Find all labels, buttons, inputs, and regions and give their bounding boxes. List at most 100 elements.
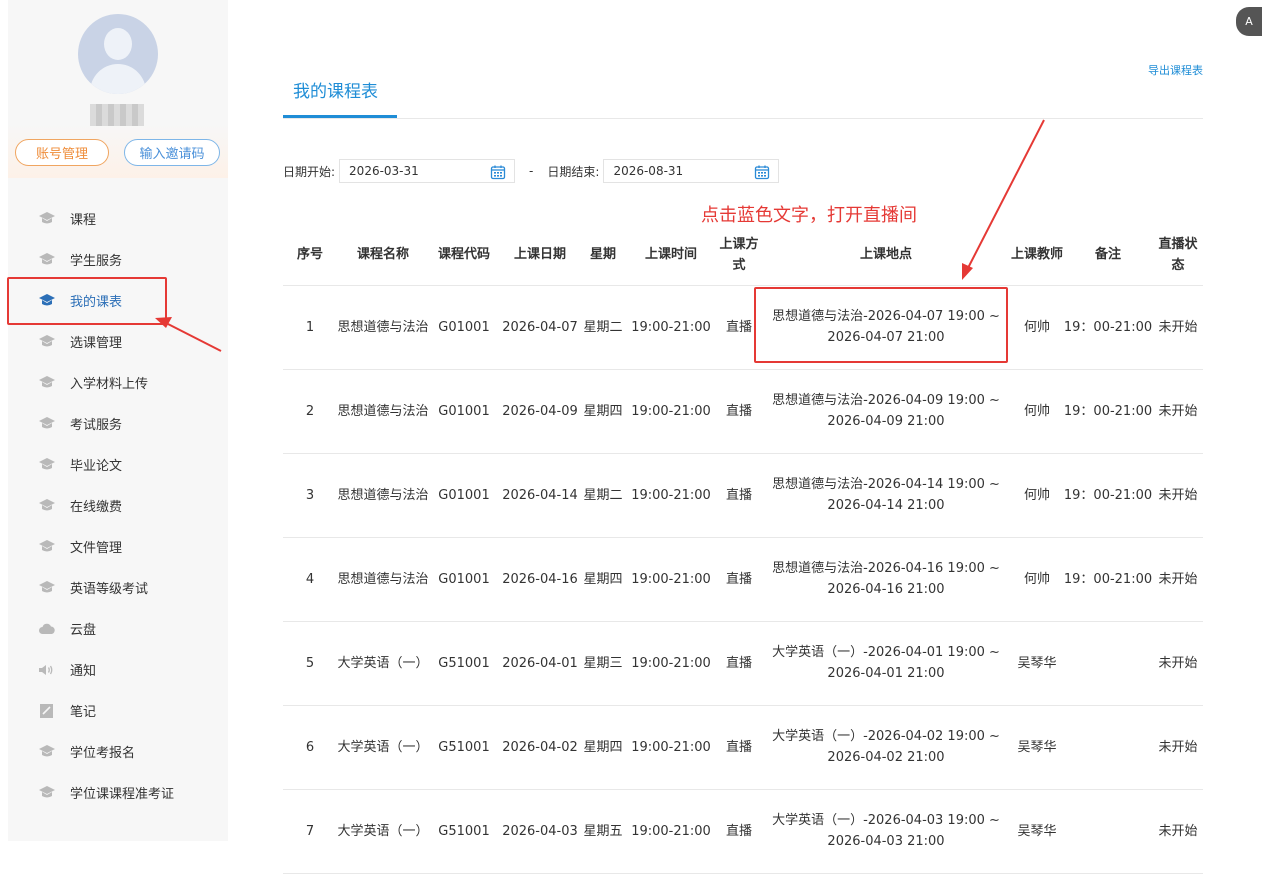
cell-teacher: 何帅 [1011, 369, 1063, 454]
column-header: 序号 [283, 225, 337, 286]
cell-weekday: 星期二 [581, 453, 625, 538]
cell-status: 未开始 [1153, 453, 1203, 538]
cell-note: 19：00-21:00 [1063, 369, 1153, 454]
cell-location[interactable]: 思想道德与法治-2026-04-16 19:00 ~ 2026-04-16 21… [761, 537, 1011, 622]
cell-name: 大学英语（一） [337, 705, 429, 790]
sidebar: 账号管理 输入邀请码 课程 学生服务 我的课表 选课管理 入学材料上传 考试服务 毕业论文在… [8, 0, 228, 841]
graduation-cap-icon [38, 580, 56, 596]
end-date-value: 2026-08-31 [613, 164, 684, 178]
cell-status: 未开始 [1153, 369, 1203, 454]
sidebar-item-1[interactable]: 课程 [8, 198, 228, 239]
start-date-value: 2026-03-31 [349, 164, 419, 178]
column-header: 上课时间 [625, 225, 717, 286]
sidebar-item-6[interactable]: 考试服务 [8, 403, 228, 444]
annotation-text: 点击蓝色文字，打开直播间 [701, 205, 917, 226]
avatar[interactable] [78, 14, 158, 94]
cell-location[interactable]: 大学英语（一）-2026-04-01 19:00 ~ 2026-04-01 21… [761, 621, 1011, 706]
sidebar-item-13[interactable]: 笔记 [8, 690, 228, 731]
cell-mode: 直播 [717, 705, 761, 790]
cell-weekday: 星期二 [581, 285, 625, 370]
translate-icon[interactable]: A [1236, 7, 1262, 36]
calendar-icon[interactable] [754, 164, 770, 180]
sidebar-item-label: 云盘 [70, 623, 97, 638]
cell-code: G51001 [429, 705, 499, 790]
cell-status: 未开始 [1153, 705, 1203, 790]
cell-location[interactable]: 思想道德与法治-2026-04-09 19:00 ~ 2026-04-09 21… [761, 369, 1011, 454]
cell-mode: 直播 [717, 369, 761, 454]
annotation-box-location [754, 287, 1008, 363]
cell-weekday: 星期五 [581, 789, 625, 874]
column-header: 课程代码 [429, 225, 499, 286]
graduation-cap-icon [38, 252, 56, 268]
tab-divider [283, 118, 1203, 119]
sidebar-item-label: 笔记 [70, 705, 97, 720]
cell-date: 2026-04-09 [499, 369, 581, 454]
cell-time: 19:00-21:00 [625, 621, 717, 706]
cell-time: 19:00-21:00 [625, 453, 717, 538]
end-date-input[interactable]: 2026-08-31 [603, 159, 780, 183]
table-row: 3 思想道德与法治 G01001 2026-04-14 星期二 19:00-21:00 直播… [283, 453, 1203, 538]
cell-note [1063, 621, 1153, 706]
sidebar-item-8[interactable]: 在线缴费 [8, 485, 228, 526]
cell-code: G01001 [429, 453, 499, 538]
cell-location[interactable]: 大学英语（一）-2026-04-03 19:00 ~ 2026-04-03 21… [761, 789, 1011, 874]
cell-name: 思想道德与法治 [337, 369, 429, 454]
sidebar-item-4[interactable]: 选课管理 [8, 321, 228, 362]
cell-no: 2 [283, 369, 337, 454]
table-row: 1 思想道德与法治 G01001 2026-04-07 星期二 19:00-21:00 直播… [283, 285, 1203, 370]
cell-teacher: 吴琴华 [1011, 621, 1063, 706]
cell-teacher: 何帅 [1011, 537, 1063, 622]
tab-my-schedule[interactable]: 我的课程表 [293, 77, 378, 102]
date-separator: - [529, 164, 534, 178]
column-header: 上课方式 [717, 225, 761, 286]
cell-location[interactable]: 思想道德与法治-2026-04-14 19:00 ~ 2026-04-14 21… [761, 453, 1011, 538]
cell-date: 2026-04-02 [499, 705, 581, 790]
table-header-row: 序号 课程名称 课程代码 上课日期 星期 上课时间 上课方式 上课地点 上课教师 备注 直播状态 [283, 225, 1203, 286]
cell-no: 3 [283, 453, 337, 538]
column-header: 上课日期 [499, 225, 581, 286]
cell-weekday: 星期四 [581, 537, 625, 622]
sidebar-item-10[interactable]: 英语等级考试 [8, 567, 228, 608]
column-header: 直播状态 [1153, 225, 1203, 286]
enter-invite-code-button[interactable]: 输入邀请码 [124, 139, 220, 166]
sidebar-item-label: 入学材料上传 [70, 377, 149, 392]
sidebar-item-9[interactable]: 文件管理 [8, 526, 228, 567]
cell-weekday: 星期三 [581, 621, 625, 706]
sidebar-item-11[interactable]: 云盘 [8, 608, 228, 649]
sidebar-item-14[interactable]: 学位考报名 [8, 731, 228, 772]
cell-date: 2026-04-16 [499, 537, 581, 622]
sidebar-item-label: 学位课课程准考证 [70, 787, 175, 802]
cell-teacher: 吴琴华 [1011, 789, 1063, 874]
start-date-input[interactable]: 2026-03-31 [339, 159, 516, 183]
cell-time: 19:00-21:00 [625, 789, 717, 874]
cell-mode: 直播 [717, 621, 761, 706]
sidebar-item-12[interactable]: 通知 [8, 649, 228, 690]
sidebar-item-label: 毕业论文 [70, 459, 123, 474]
sidebar-item-5[interactable]: 入学材料上传 [8, 362, 228, 403]
sidebar-item-label: 英语等级考试 [70, 582, 149, 597]
cell-time: 19:00-21:00 [625, 369, 717, 454]
cell-no: 1 [283, 285, 337, 370]
sidebar-item-15[interactable]: 学位课课程准考证 [8, 772, 228, 813]
account-management-button[interactable]: 账号管理 [15, 139, 109, 166]
column-header: 星期 [581, 225, 625, 286]
sidebar-item-label: 学生服务 [70, 254, 123, 269]
cell-note: 19：00-21:00 [1063, 453, 1153, 538]
cell-name: 思想道德与法治 [337, 453, 429, 538]
cell-note [1063, 705, 1153, 790]
sidebar-item-7[interactable]: 毕业论文 [8, 444, 228, 485]
export-schedule-link[interactable]: 导出课程表 [1148, 62, 1203, 78]
cell-location[interactable]: 大学英语（一）-2026-04-02 19:00 ~ 2026-04-02 21… [761, 705, 1011, 790]
cell-note: 19：00-21:00 [1063, 285, 1153, 370]
cell-name: 大学英语（一） [337, 789, 429, 874]
cell-mode: 直播 [717, 789, 761, 874]
end-date-label: 日期结束: [547, 164, 600, 179]
note-icon [38, 703, 56, 719]
cell-time: 19:00-21:00 [625, 537, 717, 622]
cell-code: G01001 [429, 285, 499, 370]
cell-name: 思想道德与法治 [337, 285, 429, 370]
sidebar-item-label: 课程 [70, 213, 97, 228]
sidebar-item-2[interactable]: 学生服务 [8, 239, 228, 280]
calendar-icon[interactable] [490, 164, 506, 180]
graduation-cap-icon [38, 498, 56, 514]
